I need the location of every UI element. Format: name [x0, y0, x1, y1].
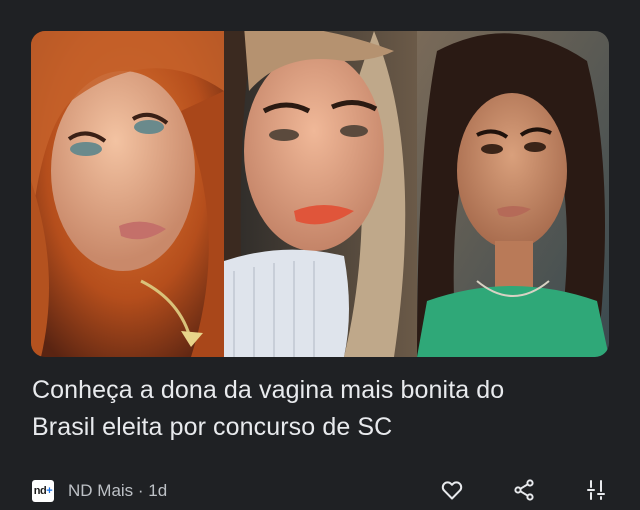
headline-line-1: Conheça a dona da vagina mais bonita do — [32, 376, 505, 404]
photo-right — [417, 31, 609, 357]
heart-icon — [441, 481, 463, 500]
more-options-button[interactable] — [580, 474, 612, 506]
headline-line-2: Brasil eleita por concurso de SC — [32, 413, 393, 441]
tune-icon — [587, 480, 605, 500]
source-name[interactable]: ND Mais — [68, 481, 133, 500]
like-button[interactable] — [436, 474, 468, 506]
source-logo[interactable]: nd + — [32, 480, 54, 502]
source-logo-plus: + — [46, 485, 53, 497]
share-button[interactable] — [508, 474, 540, 506]
article-image-collage[interactable] — [31, 31, 609, 357]
source-meta: ND Mais · 1d — [68, 481, 167, 501]
article-headline[interactable]: Conheça a dona da vagina mais bonita do … — [32, 372, 612, 446]
photo-middle — [224, 31, 417, 357]
source-logo-text: nd — [33, 485, 47, 497]
article-age: 1d — [148, 481, 168, 500]
share-icon — [514, 479, 534, 501]
photo-left — [31, 31, 224, 357]
article-footer: nd + ND Mais · 1d — [32, 474, 610, 506]
meta-separator: · — [133, 481, 149, 500]
news-card[interactable]: Conheça a dona da vagina mais bonita do … — [0, 0, 640, 510]
